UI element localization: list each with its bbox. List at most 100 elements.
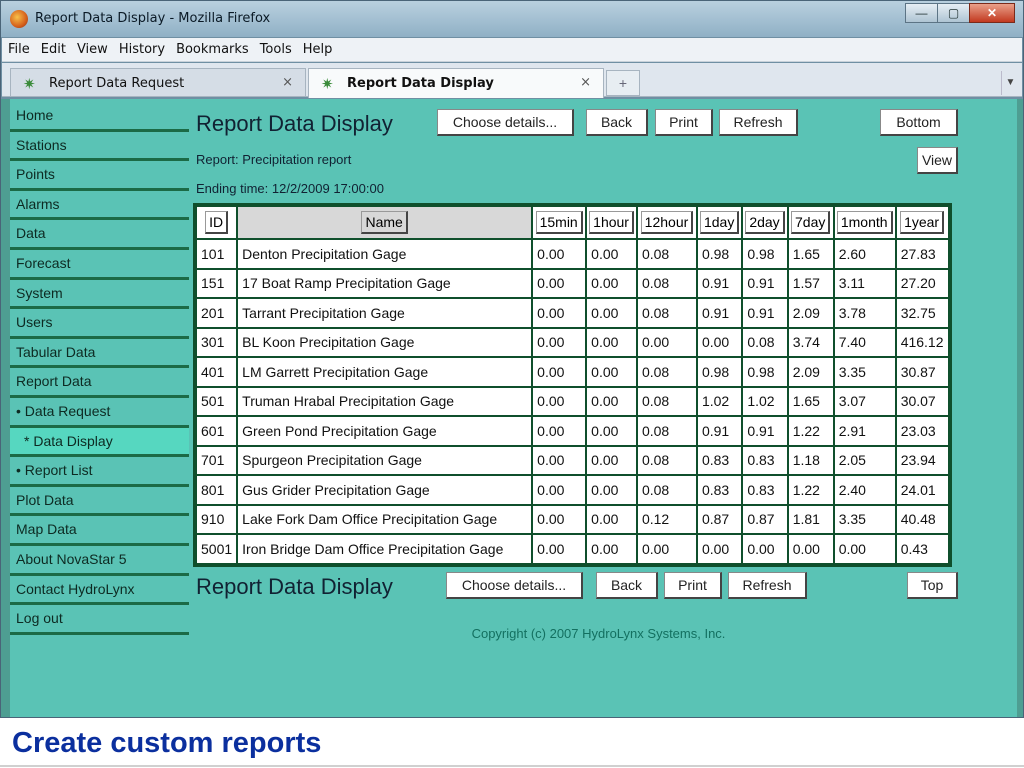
table-cell: 0.00 — [533, 417, 586, 445]
table-cell: 0.83 — [697, 446, 742, 474]
page-title-bottom: Report Data Display — [196, 574, 393, 599]
table-cell: 30.87 — [896, 358, 948, 386]
tab-bar: ✷ Report Data Request × ✷ Report Data Di… — [2, 63, 1022, 98]
sidebar-item-data-request[interactable]: • Data Request — [10, 398, 189, 428]
column-header-1day[interactable]: 1day — [699, 211, 740, 234]
table-cell: 3.74 — [788, 328, 833, 356]
table-cell: 1.22 — [788, 417, 833, 445]
view-button[interactable]: View — [917, 147, 958, 174]
sidebar-item-alarms[interactable]: Alarms — [10, 191, 189, 221]
close-tab-icon[interactable]: × — [282, 75, 293, 90]
sidebar-item-report-data[interactable]: Report Data — [10, 368, 189, 398]
table-cell: 0.00 — [533, 446, 586, 474]
table-cell: 27.83 — [896, 240, 948, 268]
column-header-1hour[interactable]: 1hour — [589, 211, 634, 234]
column-header-name[interactable]: Name — [361, 211, 408, 234]
menu-edit[interactable]: Edit — [41, 42, 66, 57]
sidebar-item-points[interactable]: Points — [10, 161, 189, 191]
top-button[interactable]: Top — [907, 572, 958, 599]
column-header-2day[interactable]: 2day — [745, 211, 785, 234]
minimize-button[interactable]: — — [905, 3, 938, 23]
table-cell: 2.91 — [834, 417, 895, 445]
back-button[interactable]: Back — [586, 109, 648, 136]
column-header-id[interactable]: ID — [205, 211, 229, 234]
table-cell: 0.00 — [587, 446, 636, 474]
table-cell: 0.08 — [743, 328, 787, 356]
table-cell: 0.08 — [637, 476, 696, 504]
new-tab-button[interactable]: + — [606, 70, 640, 96]
title-bar: Report Data Display - Mozilla Firefox — … — [1, 1, 1023, 37]
sidebar-item-plot-data[interactable]: Plot Data — [10, 487, 189, 517]
menu-view[interactable]: View — [77, 42, 108, 57]
sidebar-item-data[interactable]: Data — [10, 220, 189, 250]
sidebar-item-report-list[interactable]: • Report List — [10, 457, 189, 487]
sidebar-item-tabular-data[interactable]: Tabular Data — [10, 339, 189, 369]
print-button-bottom[interactable]: Print — [664, 572, 722, 599]
sidebar-item-users[interactable]: Users — [10, 309, 189, 339]
back-button-bottom[interactable]: Back — [596, 572, 658, 599]
table-cell: Truman Hrabal Precipitation Gage — [238, 387, 532, 415]
table-cell: 0.83 — [743, 446, 787, 474]
close-tab-icon[interactable]: × — [580, 75, 591, 90]
table-cell: 30.07 — [896, 387, 948, 415]
table-cell: 0.91 — [743, 299, 787, 327]
column-header-7day[interactable]: 7day — [791, 211, 831, 234]
table-row: 501 Truman Hrabal Precipitation Gage 0.00 0… — [197, 387, 948, 415]
sidebar-item-map-data[interactable]: Map Data — [10, 516, 189, 546]
bottom-button[interactable]: Bottom — [880, 109, 958, 136]
table-row: 151 17 Boat Ramp Precipitation Gage 0.00 0.… — [197, 269, 948, 297]
menu-file[interactable]: File — [8, 42, 30, 57]
table-cell: 0.00 — [587, 240, 636, 268]
table-cell: 0.00 — [587, 328, 636, 356]
tab-report-data-request[interactable]: ✷ Report Data Request × — [10, 68, 306, 96]
choose-details-button-bottom[interactable]: Choose details... — [446, 572, 583, 599]
table-cell: 1.02 — [697, 387, 742, 415]
sidebar-item-forecast[interactable]: Forecast — [10, 250, 189, 280]
column-header-12hour[interactable]: 12hour — [640, 211, 694, 234]
table-cell: 1.65 — [788, 240, 833, 268]
menu-help[interactable]: Help — [303, 42, 333, 57]
table-cell: 0.00 — [533, 269, 586, 297]
table-cell: 0.00 — [533, 476, 586, 504]
table-row: 601 Green Pond Precipitation Gage 0.00 0.00… — [197, 417, 948, 445]
menu-bookmarks[interactable]: Bookmarks — [176, 42, 249, 57]
table-cell: 0.87 — [743, 505, 787, 533]
maximize-button[interactable]: ▢ — [937, 3, 970, 23]
table-cell: 0.83 — [697, 476, 742, 504]
menu-history[interactable]: History — [119, 42, 165, 57]
table-cell: 0.00 — [533, 358, 586, 386]
table-cell: 0.08 — [637, 358, 696, 386]
sidebar-item-system[interactable]: System — [10, 280, 189, 310]
print-button[interactable]: Print — [655, 109, 713, 136]
menu-tools[interactable]: Tools — [260, 42, 292, 57]
table-cell: 101 — [197, 240, 237, 268]
refresh-button[interactable]: Refresh — [719, 109, 798, 136]
report-table: ID Name 15min 1hour 12hour 1day 2day 7da… — [193, 203, 952, 567]
table-cell: 151 — [197, 269, 237, 297]
sidebar-item-about[interactable]: About NovaStar 5 — [10, 546, 189, 576]
table-cell: 416.12 — [896, 328, 948, 356]
table-cell: 23.94 — [896, 446, 948, 474]
sidebar-item-data-display[interactable]: * Data Display — [10, 427, 189, 458]
report-name: Report: Precipitation report — [196, 152, 352, 167]
tab-report-data-display[interactable]: ✷ Report Data Display × — [308, 68, 604, 98]
refresh-button-bottom[interactable]: Refresh — [728, 572, 807, 599]
table-cell: 0.91 — [743, 269, 787, 297]
sidebar-item-stations[interactable]: Stations — [10, 132, 189, 162]
choose-details-button[interactable]: Choose details... — [437, 109, 574, 136]
column-header-1year[interactable]: 1year — [900, 211, 945, 234]
table-cell: 0.98 — [697, 240, 742, 268]
close-window-button[interactable]: ✕ — [969, 3, 1015, 23]
sidebar-item-home[interactable]: Home — [10, 102, 189, 132]
table-cell: 0.00 — [587, 535, 636, 563]
column-header-15min[interactable]: 15min — [535, 211, 583, 234]
sidebar-item-contact[interactable]: Contact HydroLynx — [10, 576, 189, 606]
column-header-1month[interactable]: 1month — [836, 211, 893, 234]
table-cell: 0.00 — [587, 299, 636, 327]
tab-list-dropdown-icon[interactable]: ▼ — [1001, 71, 1019, 95]
table-cell: 0.00 — [587, 476, 636, 504]
table-cell: 3.35 — [834, 358, 895, 386]
table-cell: 0.00 — [587, 505, 636, 533]
table-cell: 2.60 — [834, 240, 895, 268]
table-cell: 910 — [197, 505, 237, 533]
